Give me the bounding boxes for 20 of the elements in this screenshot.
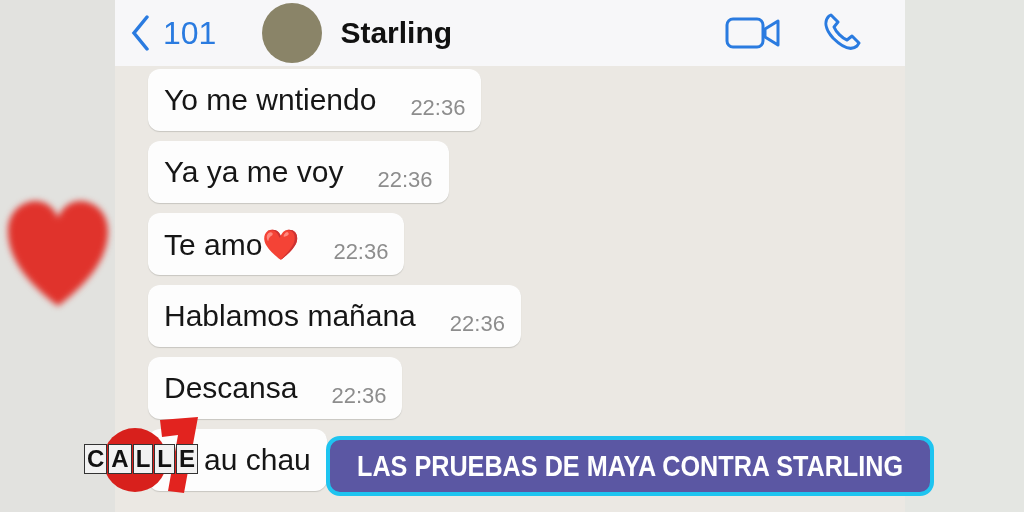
message-text: Te amo❤: [164, 226, 300, 262]
logo-letter: E: [176, 444, 199, 474]
message-time: 22:36: [410, 95, 466, 121]
message-time: 22:36: [331, 383, 387, 409]
message-time: 22:36: [333, 239, 389, 265]
message-time: 22:36: [377, 167, 433, 193]
contact-name: Starling: [340, 16, 453, 50]
message-text: Ya ya me voy: [164, 155, 344, 189]
logo-letter: C: [84, 444, 108, 474]
logo-letter: L: [154, 444, 176, 474]
chevron-left-icon: [131, 15, 149, 51]
headline-banner: LAS PRUEBAS DE MAYA CONTRA STARLING: [326, 436, 934, 496]
message-time: 22:36: [449, 311, 505, 337]
message-text: au chau: [204, 443, 311, 477]
back-button[interactable]: 101: [131, 14, 217, 52]
logo-letter: A: [108, 444, 132, 474]
logo-letter: L: [132, 444, 154, 474]
message-text: Descansa: [164, 371, 298, 405]
message-text: Yo me wntiendo: [164, 83, 377, 117]
message-text: Hablamos mañana: [164, 299, 416, 333]
